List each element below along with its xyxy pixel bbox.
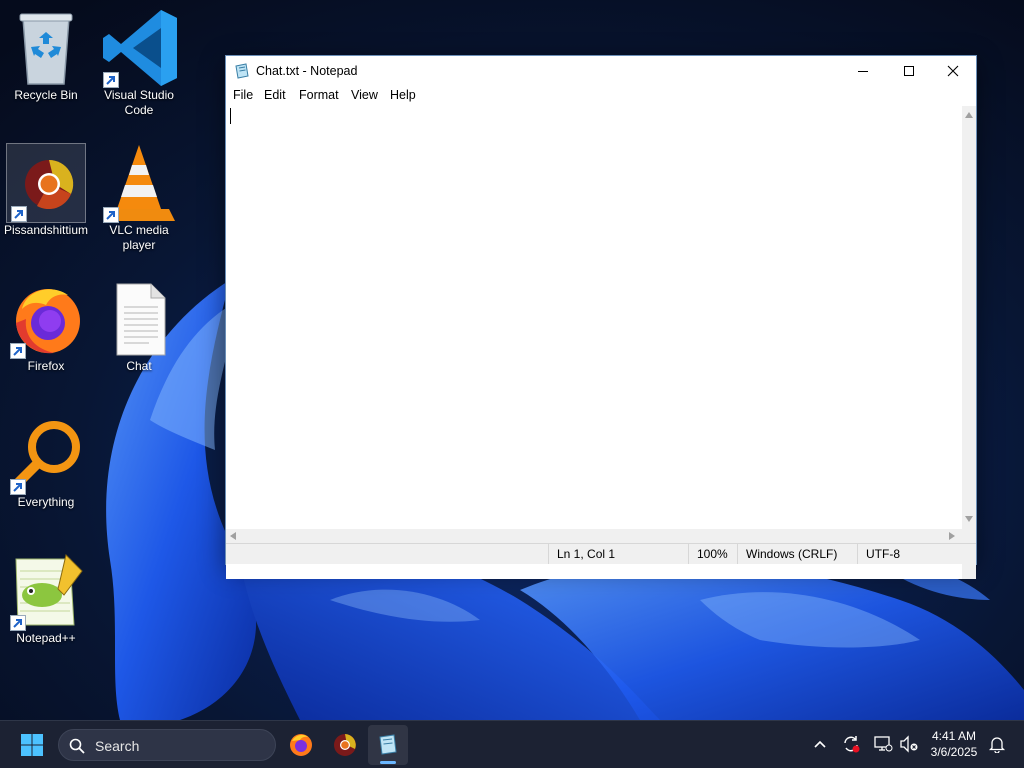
scroll-down-arrow-icon[interactable]: [965, 516, 973, 522]
menu-help[interactable]: Help: [390, 88, 416, 102]
window-title: Chat.txt - Notepad: [256, 64, 358, 78]
speaker-muted-icon: [900, 735, 918, 753]
maximize-button[interactable]: [886, 56, 932, 86]
status-cursor-position: Ln 1, Col 1: [548, 544, 688, 564]
shortcut-arrow-icon: [10, 343, 26, 359]
menu-file[interactable]: File: [233, 88, 253, 102]
desktop-icon-everything[interactable]: Everything: [1, 415, 91, 510]
taskbar: 4:41 AM 3/6/2025: [0, 720, 1024, 768]
text-file-icon: [99, 279, 179, 359]
text-caret: [230, 108, 231, 124]
everything-search-icon: [6, 415, 86, 495]
text-editor-area[interactable]: [226, 106, 962, 579]
shortcut-arrow-icon: [103, 72, 119, 88]
maximize-icon: [904, 66, 914, 76]
desktop-icon-pissandshittium[interactable]: Pissandshittium: [1, 143, 91, 238]
desktop-icon-vlc[interactable]: VLC media player: [94, 143, 184, 253]
close-button[interactable]: [930, 56, 976, 86]
title-bar[interactable]: Chat.txt - Notepad: [226, 56, 976, 86]
notepad-icon: [379, 734, 397, 755]
sync-icon: [844, 736, 860, 753]
notepad-window: Chat.txt - Notepad File Edit Format View…: [225, 55, 977, 579]
status-bar: Ln 1, Col 1 100% Windows (CRLF) UTF-8: [226, 543, 976, 564]
notepad-plus-plus-icon: [6, 551, 86, 631]
search-icon: [69, 738, 85, 754]
desktop-icon-label: Recycle Bin: [14, 88, 78, 102]
taskbar-firefox[interactable]: [281, 725, 321, 765]
desktop-icon-recycle-bin[interactable]: Recycle Bin: [1, 8, 91, 103]
desktop-icon-label: Firefox: [27, 359, 65, 373]
show-hidden-icons-button[interactable]: [809, 733, 831, 755]
desktop-icon-notepad-plus-plus[interactable]: Notepad++: [1, 551, 91, 646]
system-clock[interactable]: 4:41 AM 3/6/2025: [922, 728, 986, 760]
desktop-icon-label: Pissandshittium: [3, 223, 89, 237]
firefox-icon: [290, 734, 312, 756]
minimize-icon: [858, 71, 868, 72]
menu-bar: File Edit Format View Help: [226, 86, 976, 106]
shortcut-arrow-icon: [10, 615, 26, 631]
desktop-icon-label: Everything: [17, 495, 75, 509]
notifications-button[interactable]: [986, 733, 1008, 755]
desktop-icon-vscode[interactable]: Visual Studio Code: [94, 8, 184, 118]
close-icon: [947, 65, 959, 77]
active-indicator: [380, 761, 396, 764]
firefox-icon: [6, 279, 86, 359]
notepad-icon: [234, 63, 250, 84]
status-line-ending: Windows (CRLF): [737, 544, 857, 564]
vertical-scrollbar[interactable]: [962, 106, 976, 579]
sync-status-button[interactable]: [840, 733, 862, 755]
status-zoom: 100%: [688, 544, 737, 564]
desktop-icon-label: VLC media player: [109, 223, 169, 252]
status-encoding: UTF-8: [857, 544, 957, 564]
chromium-browser-icon: [6, 143, 86, 223]
start-button[interactable]: [12, 725, 52, 765]
vscode-icon: [99, 8, 179, 88]
scroll-corner: [962, 529, 976, 543]
chevron-up-icon: [814, 740, 826, 748]
horizontal-scrollbar[interactable]: [226, 529, 962, 543]
shortcut-arrow-icon: [11, 206, 27, 222]
desktop-icon-chat[interactable]: Chat: [94, 279, 184, 374]
network-icon: [874, 736, 893, 752]
taskbar-chromium[interactable]: [325, 725, 365, 765]
recycle-bin-icon: [6, 8, 86, 88]
desktop-icon-label: Notepad++: [16, 631, 76, 645]
chromium-browser-icon: [334, 734, 356, 756]
network-button[interactable]: [872, 733, 894, 755]
scroll-up-arrow-icon[interactable]: [965, 112, 973, 118]
desktop-icon-label: Chat: [126, 359, 152, 373]
scroll-right-arrow-icon[interactable]: [949, 532, 955, 540]
minimize-button[interactable]: [840, 56, 886, 86]
menu-view[interactable]: View: [351, 88, 378, 102]
desktop-icon-label: Visual Studio Code: [104, 88, 174, 117]
volume-button[interactable]: [898, 733, 920, 755]
desktop: Recycle Bin Visual Studio Code Pissandsh…: [0, 0, 1024, 720]
taskbar-search[interactable]: [58, 729, 276, 761]
windows-logo-icon: [21, 734, 43, 756]
shortcut-arrow-icon: [10, 479, 26, 495]
taskbar-notepad[interactable]: [368, 725, 408, 765]
menu-format[interactable]: Format: [299, 88, 339, 102]
scroll-left-arrow-icon[interactable]: [230, 532, 236, 540]
menu-edit[interactable]: Edit: [264, 88, 286, 102]
vlc-icon: [99, 143, 179, 223]
shortcut-arrow-icon: [103, 207, 119, 223]
search-input[interactable]: [93, 735, 267, 757]
desktop-icon-firefox[interactable]: Firefox: [1, 279, 91, 374]
clock-time: 4:41 AM: [931, 729, 977, 743]
clock-date: 3/6/2025: [930, 745, 978, 759]
bell-icon: [988, 737, 1006, 753]
